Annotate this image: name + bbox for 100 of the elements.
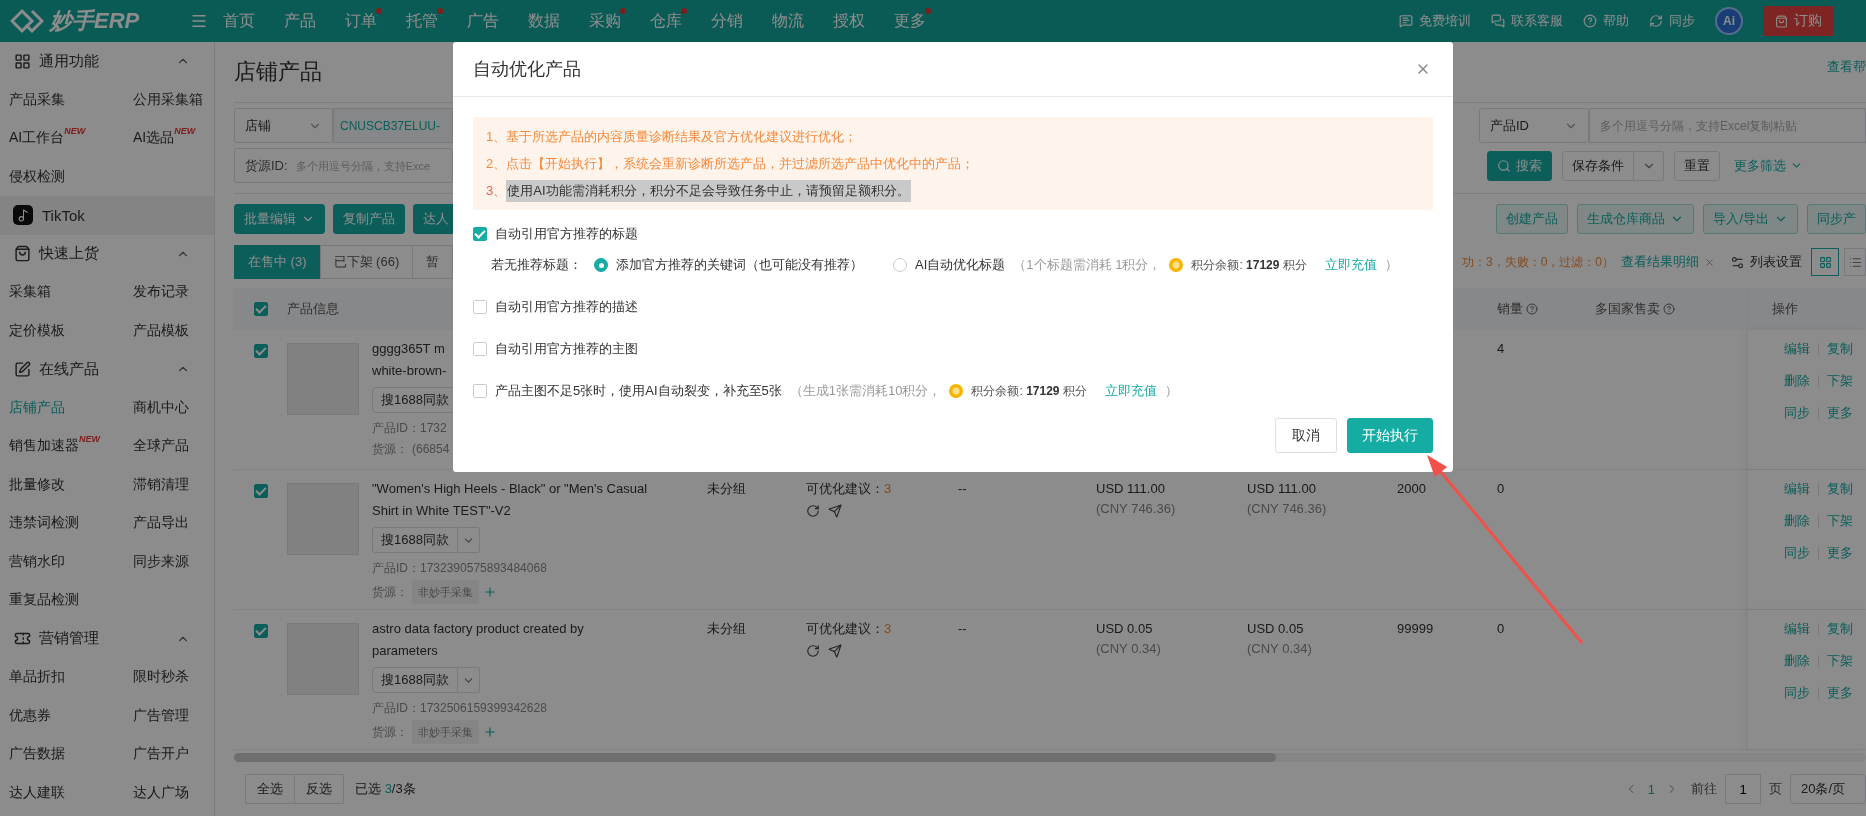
page-size-select[interactable]: 20条/页 bbox=[1790, 774, 1866, 804]
checkbox[interactable] bbox=[473, 342, 487, 356]
invert-selection-button[interactable]: 反选 bbox=[294, 774, 344, 804]
action-link[interactable]: 编辑 bbox=[1784, 478, 1810, 500]
action-link[interactable]: 下架 bbox=[1827, 510, 1853, 532]
toolbar-button[interactable]: 创建产品 bbox=[1496, 204, 1569, 234]
menu-icon[interactable] bbox=[190, 12, 208, 30]
save-conditions-button[interactable]: 保存条件 bbox=[1562, 150, 1634, 181]
sidebar-item[interactable]: 同步来源 bbox=[124, 542, 215, 581]
settings-icon[interactable] bbox=[1730, 254, 1745, 270]
top-link[interactable]: 同步 bbox=[1669, 12, 1695, 30]
toolbar-button[interactable]: 生成仓库商品 bbox=[1577, 204, 1695, 234]
sidebar-item[interactable]: 公用采集箱 bbox=[124, 80, 215, 119]
radio-button[interactable] bbox=[893, 258, 907, 272]
sidebar-item[interactable]: 全球产品 bbox=[124, 427, 215, 466]
option-label[interactable]: 自动引用官方推荐的标题 bbox=[495, 225, 638, 243]
radio-button[interactable] bbox=[594, 258, 608, 272]
action-link[interactable]: 同步 bbox=[1784, 402, 1810, 424]
top-link[interactable]: 帮助 bbox=[1603, 12, 1629, 30]
sidebar-item[interactable]: 单品折扣 bbox=[0, 658, 124, 697]
action-link[interactable]: 删除 bbox=[1784, 370, 1810, 392]
nav-item[interactable]: 广告 bbox=[452, 10, 513, 32]
checkbox[interactable] bbox=[254, 302, 268, 316]
sidebar-item[interactable]: 批量修改 bbox=[0, 465, 124, 504]
sidebar-item[interactable]: 违禁词检测 bbox=[0, 504, 124, 543]
search-1688-button[interactable]: 搜1688同款 bbox=[372, 667, 458, 693]
nav-item[interactable]: 订单 bbox=[330, 10, 391, 32]
sidebar-item[interactable]: 广告管理 bbox=[124, 696, 215, 735]
nav-item[interactable]: 首页 bbox=[208, 10, 269, 32]
action-link[interactable]: 同步 bbox=[1784, 682, 1810, 704]
tab[interactable]: 暂 bbox=[412, 245, 454, 279]
action-link[interactable]: 更多 bbox=[1827, 402, 1853, 424]
option-label[interactable]: 自动引用官方推荐的主图 bbox=[495, 340, 638, 358]
toolbar-button[interactable]: 同步产 bbox=[1807, 204, 1866, 234]
add-icon[interactable] bbox=[483, 725, 497, 739]
option-label[interactable]: 产品主图不足5张时，使用AI自动裂变，补充至5张 bbox=[495, 382, 782, 400]
checkbox[interactable] bbox=[254, 344, 268, 358]
send-icon[interactable] bbox=[828, 644, 842, 658]
tab[interactable]: 已下架 (66) bbox=[319, 245, 414, 279]
top-link[interactable]: 免费培训 bbox=[1419, 12, 1471, 30]
sidebar-item[interactable]: 商机中心 bbox=[124, 388, 215, 427]
recharge-link[interactable]: 立即充值 bbox=[1104, 382, 1157, 400]
action-link[interactable]: 删除 bbox=[1784, 650, 1810, 672]
sidebar-item[interactable]: 采集箱 bbox=[0, 273, 124, 312]
grid-view-button[interactable] bbox=[1811, 248, 1839, 276]
sidebar-item[interactable]: 优惠券 bbox=[0, 696, 124, 735]
list-settings-label[interactable]: 列表设置 bbox=[1750, 253, 1802, 271]
action-link[interactable]: 下架 bbox=[1827, 370, 1853, 392]
nav-item[interactable]: 仓库 bbox=[635, 10, 696, 32]
dropdown-button[interactable] bbox=[457, 667, 480, 693]
sidebar-item[interactable]: 定价模板 bbox=[0, 311, 124, 350]
sidebar-item[interactable]: 滞销清理 bbox=[124, 465, 215, 504]
nav-item[interactable]: 采购 bbox=[574, 10, 635, 32]
scrollbar-track[interactable] bbox=[234, 753, 1866, 762]
action-link[interactable]: 下架 bbox=[1827, 650, 1853, 672]
option-label[interactable]: 自动引用官方推荐的描述 bbox=[495, 298, 638, 316]
nav-item[interactable]: 授权 bbox=[818, 10, 879, 32]
toolbar-button[interactable]: 复制产品 bbox=[333, 204, 405, 234]
checkbox[interactable] bbox=[254, 484, 268, 498]
refresh-icon[interactable] bbox=[806, 504, 820, 518]
top-link[interactable]: 联系客服 bbox=[1511, 12, 1563, 30]
platform-item[interactable]: TikTok bbox=[0, 196, 214, 235]
sidebar-item[interactable]: 产品模板 bbox=[124, 311, 215, 350]
nav-item[interactable]: 分销 bbox=[696, 10, 757, 32]
action-link[interactable]: 同步 bbox=[1784, 542, 1810, 564]
sidebar-item[interactable]: 广告开户 bbox=[124, 735, 215, 774]
sidebar-item[interactable]: 产品导出 bbox=[124, 504, 215, 543]
checkbox[interactable] bbox=[473, 227, 487, 241]
nav-item[interactable]: 数据 bbox=[513, 10, 574, 32]
sidebar-item[interactable]: 达人广场 bbox=[124, 773, 215, 812]
list-view-button[interactable] bbox=[1844, 248, 1866, 276]
close-icon[interactable] bbox=[1704, 256, 1715, 268]
order-button[interactable]: 订购 bbox=[1763, 6, 1834, 36]
nav-item[interactable]: 物流 bbox=[757, 10, 818, 32]
sidebar-item[interactable]: 侵权检测 bbox=[0, 157, 124, 196]
add-icon[interactable] bbox=[483, 585, 497, 599]
checkbox[interactable] bbox=[473, 384, 487, 398]
id-type-select[interactable]: 产品ID bbox=[1479, 108, 1589, 143]
page-number[interactable]: 1 bbox=[1637, 781, 1665, 797]
scrollbar-thumb[interactable] bbox=[234, 753, 1276, 762]
action-link[interactable]: 复制 bbox=[1827, 478, 1853, 500]
action-link[interactable]: 更多 bbox=[1827, 542, 1853, 564]
recharge-link[interactable]: 立即充值 bbox=[1324, 256, 1377, 274]
checkbox[interactable] bbox=[473, 300, 487, 314]
tab[interactable]: 在售中 (3) bbox=[234, 245, 321, 279]
sidebar-item[interactable]: 发布记录 bbox=[124, 273, 215, 312]
nav-item[interactable]: 更多 bbox=[879, 10, 940, 32]
ai-avatar[interactable]: Ai bbox=[1715, 7, 1743, 35]
toolbar-button[interactable]: 批量编辑 bbox=[234, 204, 325, 234]
refresh-icon[interactable] bbox=[806, 644, 820, 658]
sidebar-item[interactable]: 店铺产品 bbox=[0, 388, 124, 427]
nav-item[interactable]: 托管 bbox=[391, 10, 452, 32]
shop-select[interactable]: 店铺 bbox=[234, 108, 333, 143]
action-link[interactable]: 编辑 bbox=[1784, 338, 1810, 360]
cancel-button[interactable]: 取消 bbox=[1275, 418, 1337, 453]
search-1688-button[interactable]: 搜1688同款 bbox=[372, 527, 458, 553]
send-icon[interactable] bbox=[828, 504, 842, 518]
more-filters-link[interactable]: 更多筛选 bbox=[1734, 156, 1803, 175]
reset-button[interactable]: 重置 bbox=[1674, 150, 1720, 181]
action-link[interactable]: 更多 bbox=[1827, 682, 1853, 704]
